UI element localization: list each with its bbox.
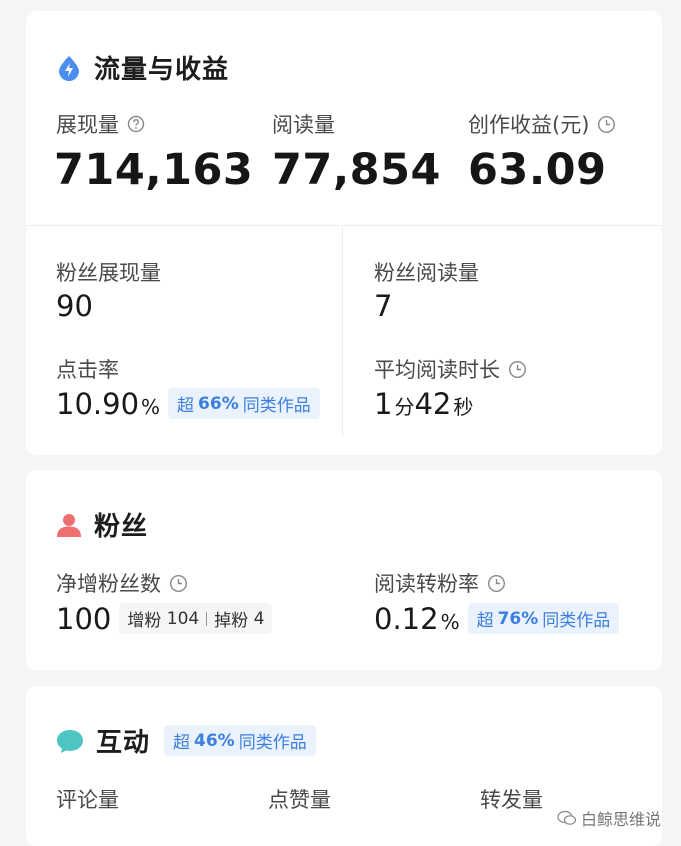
ctr-unit: %: [141, 395, 161, 419]
conversion-value: 0.12: [374, 602, 439, 636]
question-circle-icon[interactable]: [127, 115, 145, 133]
gain-loss-breakdown: 增粉 104 掉粉 4: [119, 603, 273, 634]
lightning-drop-icon: [59, 55, 79, 81]
reads-value: 77,854: [272, 145, 441, 195]
ctr-value-row: 10.90 % 超 66% 同类作品: [56, 387, 320, 422]
fan-impressions-label: 粉丝展现量: [56, 261, 161, 285]
divider: [342, 226, 343, 437]
chat-bubble-icon: [57, 729, 83, 753]
fan-reads-label: 粉丝阅读量: [374, 261, 479, 285]
likes-label: 点赞量: [268, 788, 331, 812]
ctr-rank-badge: 超 66% 同类作品: [168, 388, 320, 419]
fans-title: 粉丝: [94, 512, 149, 542]
divider: [206, 611, 208, 626]
conversion-rank-badge: 超 76% 同类作品: [467, 603, 620, 634]
fan-reads-value: 7: [374, 289, 393, 323]
person-icon: [57, 513, 81, 537]
earnings-label: 创作收益(元): [468, 109, 616, 139]
divider: [26, 225, 662, 226]
traffic-title: 流量与收益: [94, 55, 230, 85]
reads-label: 阅读量: [272, 113, 335, 137]
watermark: 白鲸思维说: [557, 806, 661, 830]
net-gain-value: 100: [56, 602, 112, 636]
conversion-value-row: 0.12 % 超 76% 同类作品: [374, 602, 620, 637]
fans-header: 粉丝: [56, 506, 148, 543]
ctr-value: 10.90: [56, 387, 140, 421]
impressions-value: 714,163: [54, 145, 254, 195]
interaction-header: 互动 超 46% 同类作品: [56, 722, 316, 759]
interaction-rank-badge: 超 46% 同类作品: [164, 725, 316, 756]
comments-label: 评论量: [56, 788, 119, 812]
net-gain-value-row: 100 增粉 104 掉粉 4: [56, 602, 273, 637]
clock-icon[interactable]: [597, 115, 616, 134]
fan-impressions-value: 90: [56, 289, 93, 323]
ctr-label: 点击率: [56, 358, 119, 382]
earnings-value: 63.09: [468, 145, 607, 195]
traffic-header: 流量与收益: [56, 49, 229, 86]
conversion-label: 阅读转粉率: [374, 568, 506, 598]
wechat-icon: [557, 810, 577, 825]
fans-card: 粉丝 净增粉丝数 100 增粉 104 掉粉 4 阅读转粉率 0.12 % 超 …: [26, 470, 662, 670]
avg-read-time-value: 1 分 42 秒: [374, 387, 474, 421]
avg-read-time-label: 平均阅读时长: [374, 354, 527, 384]
clock-icon[interactable]: [169, 574, 188, 593]
net-gain-label: 净增粉丝数: [56, 568, 188, 598]
clock-icon[interactable]: [487, 574, 506, 593]
interaction-title: 互动: [96, 728, 151, 758]
traffic-card: 流量与收益 展现量 714,163 阅读量 77,854 创作收益(元) 63.…: [26, 11, 662, 455]
shares-label: 转发量: [480, 788, 543, 812]
clock-icon[interactable]: [508, 360, 527, 379]
impressions-label: 展现量: [56, 109, 145, 139]
